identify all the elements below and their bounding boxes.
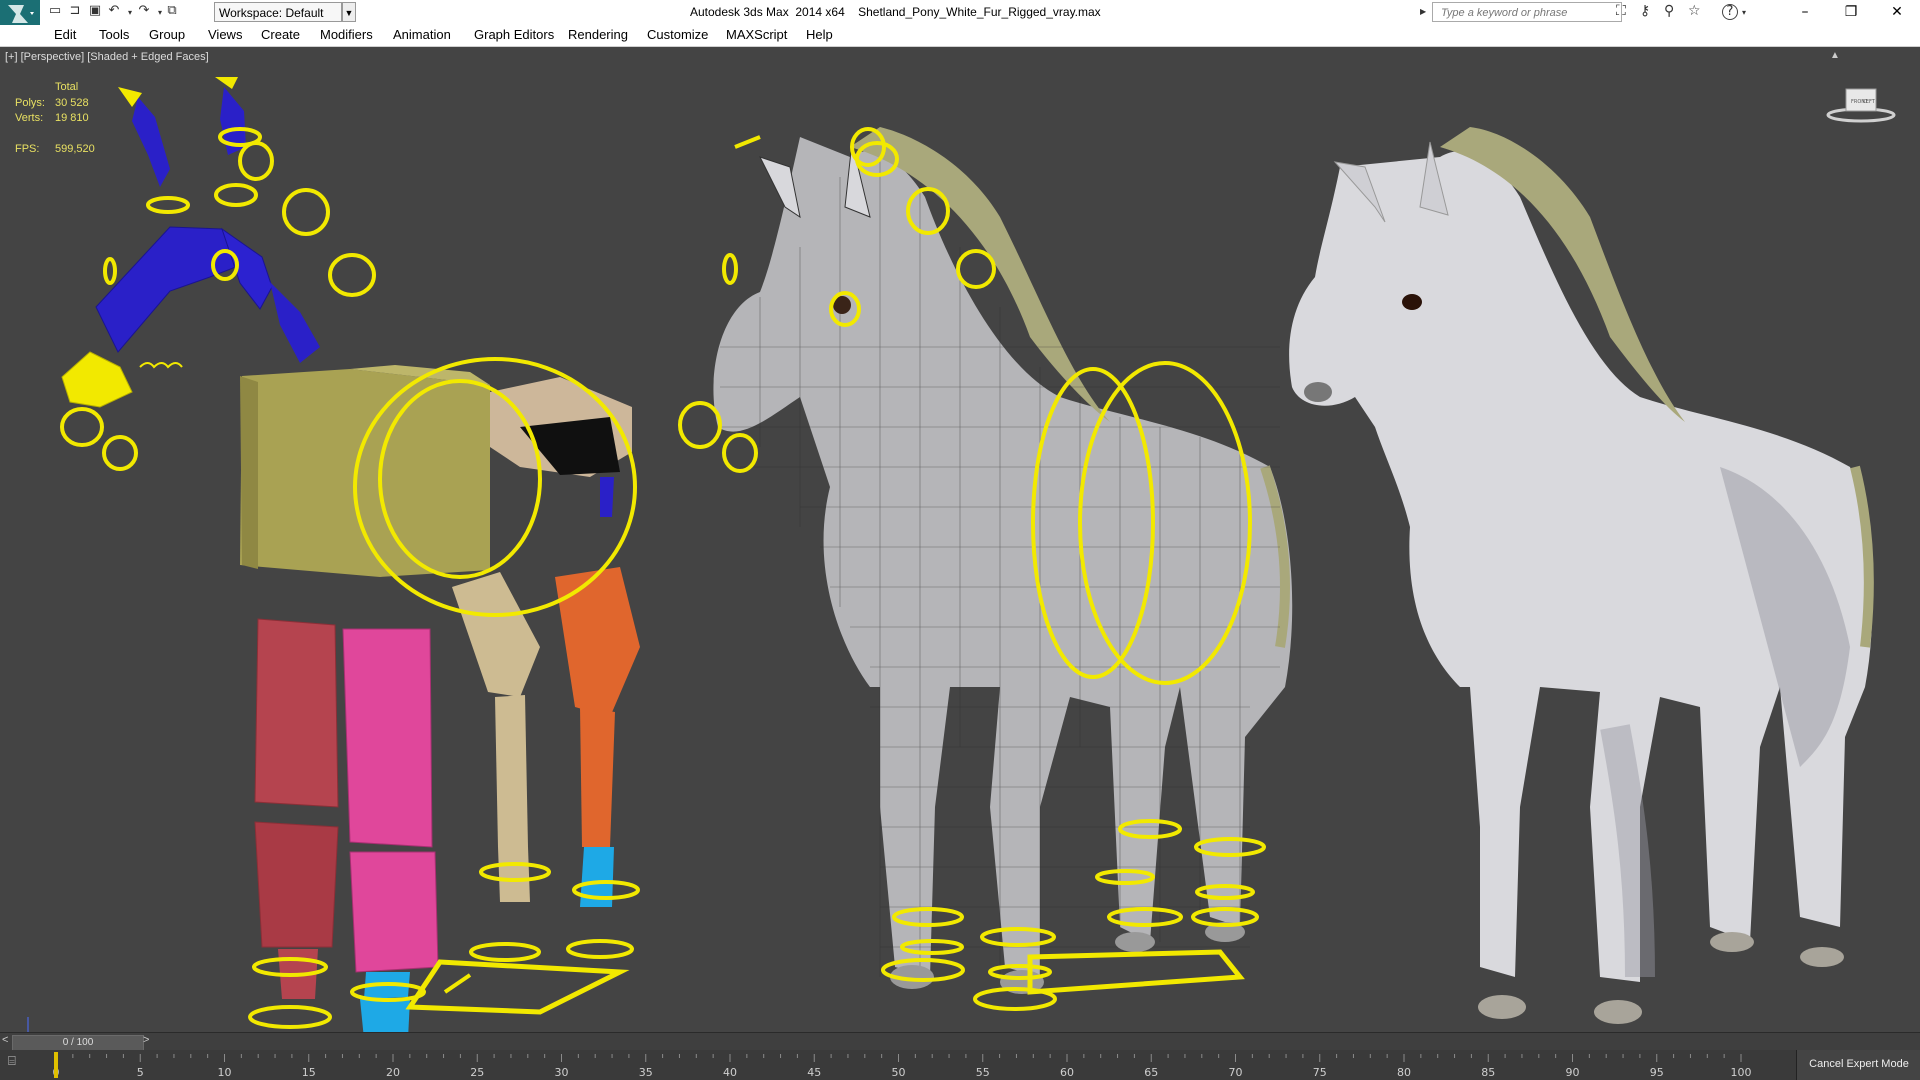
app-logo-icon[interactable] xyxy=(0,0,40,28)
help-dropdown-icon[interactable]: ▾ xyxy=(1742,8,1746,17)
project-folder-icon[interactable]: ⧉ xyxy=(162,3,182,18)
track-tick-label: 40 xyxy=(723,1066,737,1079)
open-file-icon[interactable]: ⊐ xyxy=(65,3,85,18)
axis-tripod-icon xyxy=(27,1017,29,1032)
track-tick-label: 55 xyxy=(976,1066,990,1079)
window-title: Autodesk 3ds Max 2014 x64 Shetland_Pony_… xyxy=(690,5,1101,19)
time-slider-next-icon[interactable]: > xyxy=(143,1034,149,1046)
menu-modifiers[interactable]: Modifiers xyxy=(320,27,373,42)
menu-help[interactable]: Help xyxy=(806,27,833,42)
help-icon[interactable]: ? xyxy=(1722,4,1738,20)
menu-maxscript[interactable]: MAXScript xyxy=(726,27,787,42)
menu-rendering[interactable]: Rendering xyxy=(568,27,628,42)
track-tick-label: 10 xyxy=(218,1066,232,1079)
pony-rendered[interactable] xyxy=(1289,127,1874,1024)
track-tick-label: 5 xyxy=(137,1066,144,1079)
menu-edit[interactable]: Edit xyxy=(54,27,76,42)
workspace-select[interactable]: Workspace: Default xyxy=(214,2,342,22)
menu-graph-editors[interactable]: Graph Editors xyxy=(474,27,554,42)
time-slider-thumb[interactable]: 0 / 100 xyxy=(12,1035,144,1051)
expert-mode-icon[interactable]: ⌸ xyxy=(8,1054,34,1076)
favorites-star-icon[interactable]: ☆ xyxy=(1688,3,1701,19)
perspective-viewport[interactable]: [+] [Perspective] [Shaded + Edged Faces]… xyxy=(0,47,1920,1032)
track-tick-label: 45 xyxy=(807,1066,821,1079)
current-frame-marker[interactable] xyxy=(54,1052,58,1078)
menu-group[interactable]: Group xyxy=(149,27,185,42)
save-icon[interactable]: ▣ xyxy=(85,3,105,18)
track-ticks: 0510152025303540455055606570758085909510… xyxy=(53,1052,1752,1079)
title-bar: ▭ ⊐ ▣ ↶ ▾ ↷ ▾ ⧉ Workspace: Default ▼ Aut… xyxy=(0,0,1920,28)
restore-button[interactable]: ❐ xyxy=(1828,0,1874,25)
scene-canvas[interactable] xyxy=(0,47,1920,1032)
track-tick-label: 70 xyxy=(1229,1066,1243,1079)
track-tick-label: 65 xyxy=(1144,1066,1158,1079)
track-bar[interactable]: 0510152025303540455055606570758085909510… xyxy=(0,1050,1920,1080)
track-tick-label: 25 xyxy=(470,1066,484,1079)
time-slider-prev-icon[interactable]: < xyxy=(2,1034,8,1046)
track-tick-label: 75 xyxy=(1313,1066,1327,1079)
cancel-expert-mode-button[interactable]: Cancel Expert Mode xyxy=(1796,1050,1920,1080)
chevron-down-icon[interactable]: ▼ xyxy=(342,2,356,22)
track-tick-label: 30 xyxy=(555,1066,569,1079)
binoculars-icon[interactable]: ⛶ xyxy=(1616,3,1626,19)
track-tick-label: 35 xyxy=(639,1066,653,1079)
track-tick-label: 80 xyxy=(1397,1066,1411,1079)
menu-bar: Edit Tools Group Views Create Modifiers … xyxy=(0,25,1920,47)
pony-wireframe[interactable] xyxy=(713,127,1293,994)
menu-views[interactable]: Views xyxy=(208,27,242,42)
search-expand-icon[interactable]: ▶ xyxy=(1420,7,1426,16)
search-input[interactable]: Type a keyword or phrase xyxy=(1432,2,1622,22)
close-button[interactable]: ✕ xyxy=(1874,0,1920,25)
track-tick-label: 95 xyxy=(1650,1066,1664,1079)
time-slider[interactable]: < 0 / 100 > xyxy=(0,1032,1920,1051)
track-tick-label: 20 xyxy=(386,1066,400,1079)
menu-animation[interactable]: Animation xyxy=(393,27,451,42)
new-file-icon[interactable]: ▭ xyxy=(45,3,65,18)
track-tick-label: 50 xyxy=(892,1066,906,1079)
minimize-button[interactable]: – xyxy=(1782,0,1828,25)
communication-center-icon[interactable]: ⚲ xyxy=(1664,3,1674,19)
key-icon[interactable]: ⚷ xyxy=(1640,3,1650,19)
rig-skeleton[interactable] xyxy=(61,77,640,1032)
track-tick-label: 15 xyxy=(302,1066,316,1079)
menu-create[interactable]: Create xyxy=(261,27,300,42)
menu-customize[interactable]: Customize xyxy=(647,27,708,42)
track-tick-label: 90 xyxy=(1566,1066,1580,1079)
track-tick-label: 85 xyxy=(1481,1066,1495,1079)
track-tick-label: 100 xyxy=(1731,1066,1752,1079)
menu-tools[interactable]: Tools xyxy=(99,27,129,42)
track-tick-label: 60 xyxy=(1060,1066,1074,1079)
